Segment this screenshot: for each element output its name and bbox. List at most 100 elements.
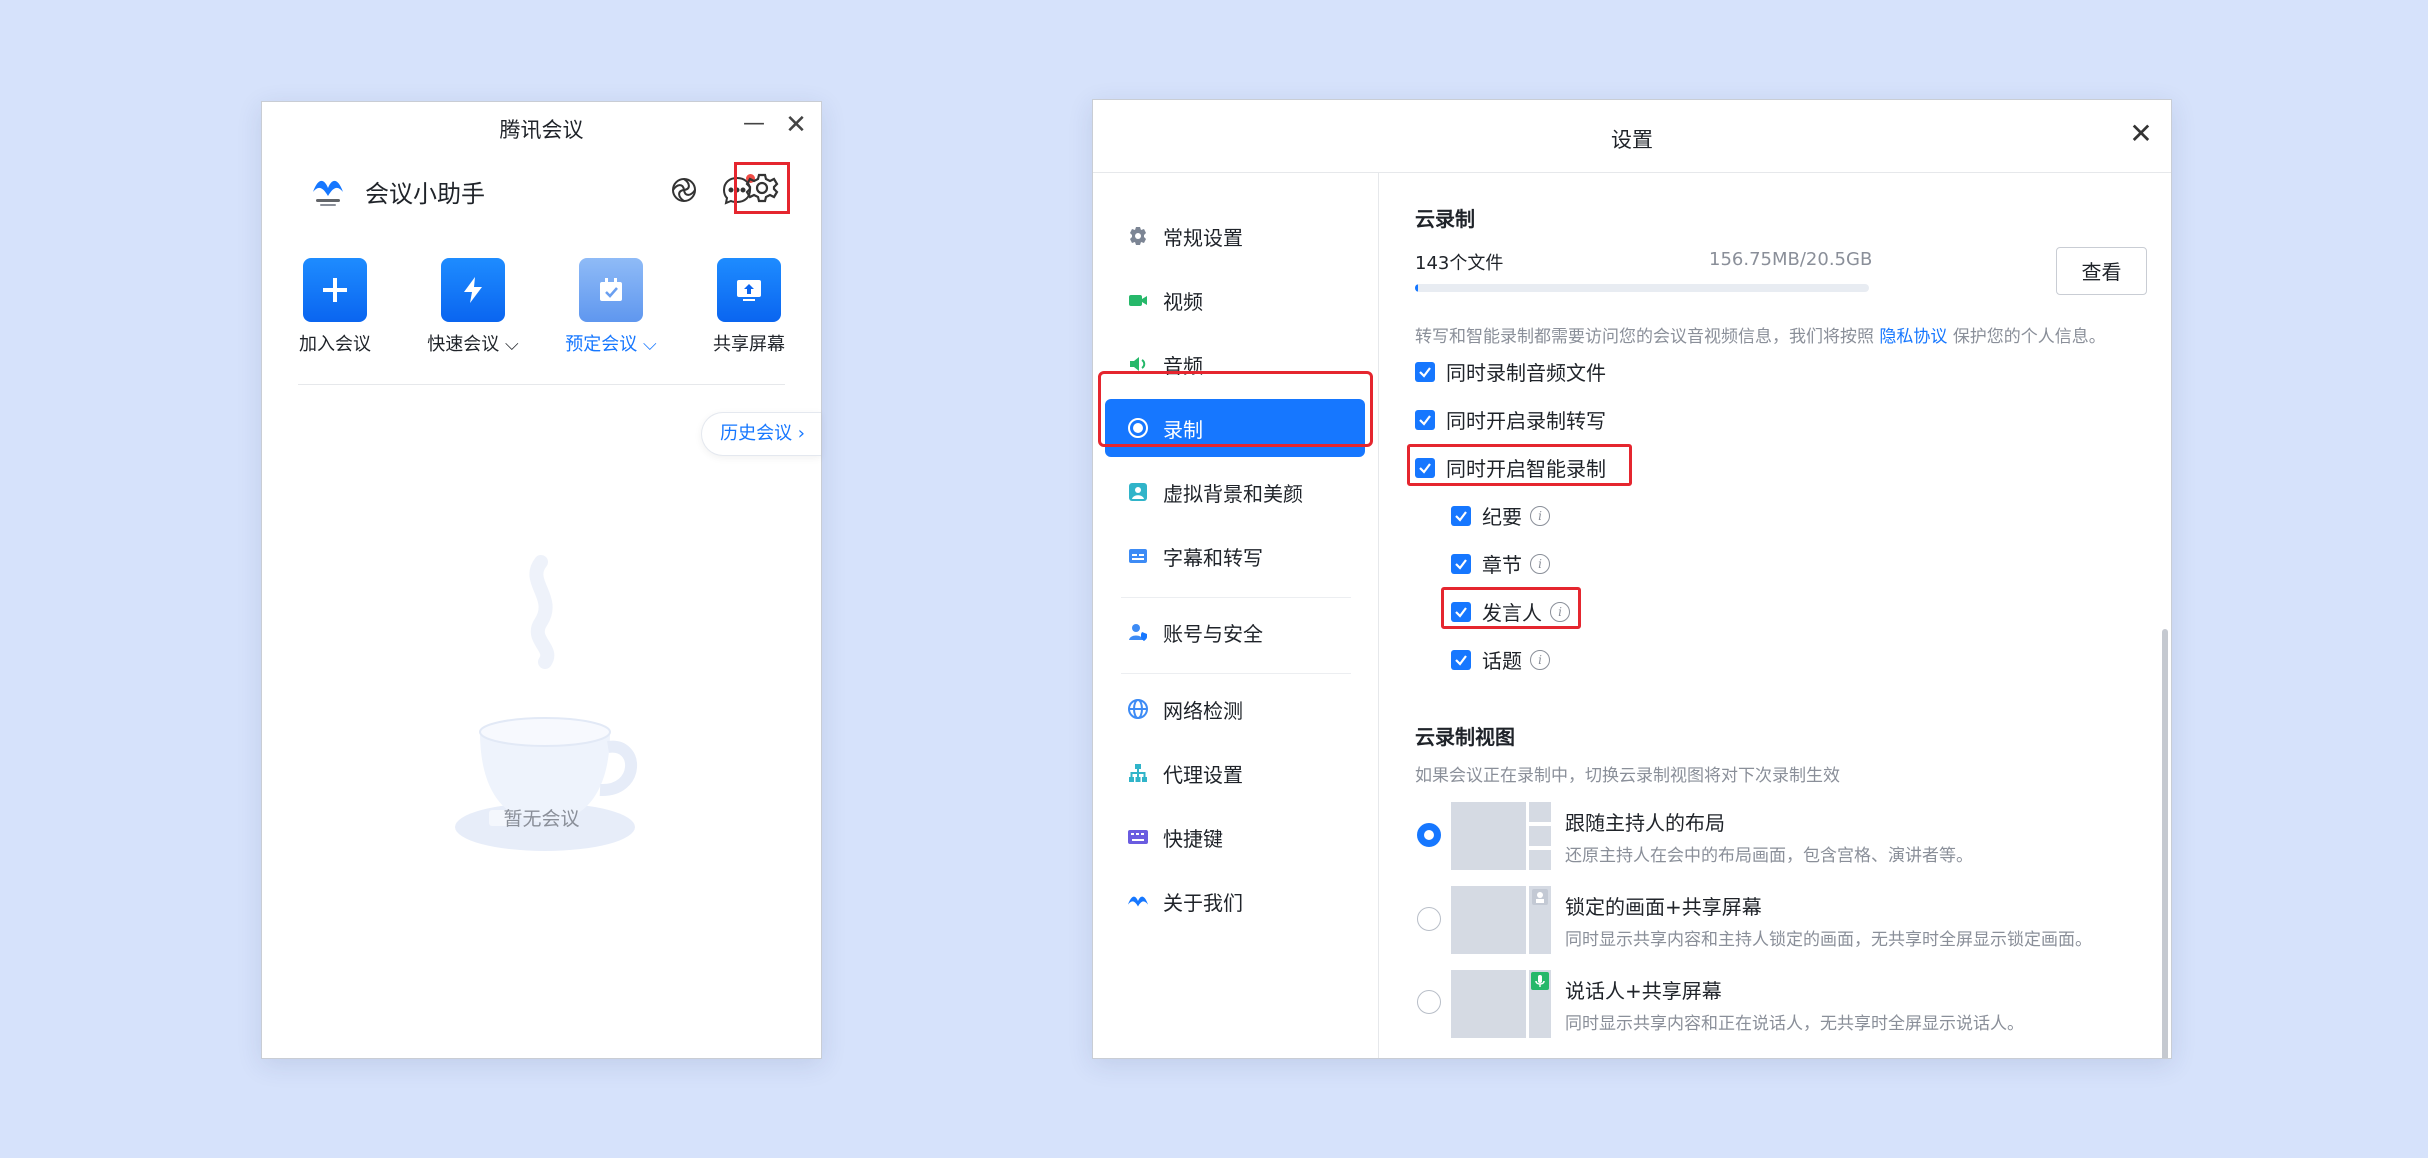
layout-title: 锁定的画面+共享屏幕 [1565, 895, 1762, 919]
quick-meeting-button[interactable]: 快速会议 ⌵ [423, 258, 523, 356]
meeting-assistant-label[interactable]: 会议小助手 [365, 174, 485, 209]
layout-follow-host-thumbnail[interactable] [1451, 802, 1551, 870]
nav-item-proxy-settings[interactable]: 代理设置 [1105, 744, 1365, 802]
caption-icon [1127, 545, 1149, 567]
share-screen-button[interactable]: 共享屏幕 [699, 258, 799, 356]
nav-item-shortcuts[interactable]: 快捷键 [1105, 808, 1365, 866]
cloud-view-title: 云录制视图 [1415, 725, 1515, 749]
settings-sidebar: 常规设置 视频 音频 录制 虚拟背景和美颜 字幕和转写 账号与安全 网络检测 代… [1093, 173, 1379, 1058]
nav-item-virtual-background[interactable]: 虚拟背景和美颜 [1105, 463, 1365, 521]
summary-checkbox[interactable]: 纪要 i [1451, 501, 1550, 530]
layout-follow-host-radio[interactable] [1417, 823, 1441, 847]
nav-label: 网络检测 [1163, 698, 1243, 723]
divider [298, 384, 785, 385]
video-icon [1127, 289, 1149, 311]
layout-desc: 还原主持人在会中的布局画面，包含宫格、演讲者等。 [1565, 846, 1973, 866]
history-meetings-button[interactable]: 历史会议 › [701, 412, 821, 456]
minimize-button[interactable]: — [743, 113, 765, 136]
smart-recording-checkbox[interactable]: 同时开启智能录制 [1415, 453, 1606, 482]
layout-desc: 同时显示共享内容和正在说话人，无共享时全屏显示说话人。 [1565, 1014, 2024, 1034]
checkbox-checked-icon [1451, 601, 1471, 622]
close-button[interactable]: ✕ [783, 112, 809, 138]
share-screen-label: 共享屏幕 [713, 334, 785, 355]
spinner-icon[interactable] [664, 170, 704, 210]
chevron-down-icon[interactable]: ⌵ [643, 334, 657, 355]
settings-gear-icon[interactable] [734, 162, 790, 214]
info-icon[interactable]: i [1530, 505, 1550, 526]
nav-item-about-us[interactable]: 关于我们 [1105, 872, 1365, 930]
privacy-policy-link[interactable]: 隐私协议 [1879, 327, 1947, 347]
close-button[interactable]: ✕ [2127, 120, 2155, 148]
empty-state-text: 暂无会议 [503, 808, 580, 830]
checkbox-checked-icon [1415, 409, 1435, 430]
storage-usage: 156.75MB/20.5GB [1709, 249, 1873, 270]
schedule-meeting-button[interactable]: 预定会议 ⌵ [561, 258, 661, 356]
nav-item-captions[interactable]: 字幕和转写 [1105, 527, 1365, 585]
plus-icon [303, 258, 367, 322]
empty-coffee-cup-icon [455, 555, 637, 851]
portrait-icon [1127, 481, 1149, 503]
nav-item-account-security[interactable]: 账号与安全 [1105, 603, 1365, 661]
checkbox-checked-icon [1415, 361, 1435, 382]
meeting-logo-icon [313, 180, 343, 206]
join-meeting-button[interactable]: 加入会议 [285, 258, 385, 356]
chapter-checkbox[interactable]: 章节 i [1451, 549, 1550, 578]
topic-checkbox[interactable]: 话题 i [1451, 645, 1550, 674]
nav-label: 关于我们 [1163, 890, 1243, 915]
checkbox-label: 同时开启录制转写 [1446, 409, 1606, 433]
record-audio-file-checkbox[interactable]: 同时录制音频文件 [1415, 357, 1606, 386]
privacy-notice: 转写和智能录制都需要访问您的会议音视频信息，我们将按照 隐私协议 保护您的个人信… [1415, 322, 2106, 347]
notice-text: 保护您的个人信息。 [1952, 327, 2106, 347]
layout-locked-share-radio[interactable] [1417, 907, 1441, 931]
nav-item-video[interactable]: 视频 [1105, 271, 1365, 329]
info-icon[interactable]: i [1530, 649, 1550, 670]
info-icon[interactable]: i [1550, 601, 1570, 622]
join-meeting-label: 加入会议 [299, 334, 371, 355]
checkbox-label: 纪要 [1482, 505, 1522, 529]
brand-logo-icon [1127, 890, 1149, 912]
info-icon[interactable]: i [1530, 553, 1550, 574]
storage-progress-fill [1415, 284, 1419, 292]
layout-speaker-share-thumbnail[interactable] [1451, 970, 1551, 1038]
layout-locked-share-thumbnail[interactable] [1451, 886, 1551, 954]
settings-window: 设置 ✕ 常规设置 视频 音频 录制 虚拟背景和美颜 字幕和转写 账号与安全 网… [1092, 99, 2172, 1059]
share-screen-icon [717, 258, 781, 322]
record-transcript-checkbox[interactable]: 同时开启录制转写 [1415, 405, 1606, 434]
settings-header: 设置 ✕ [1093, 100, 2171, 173]
layout-title: 跟随主持人的布局 [1565, 811, 1725, 835]
checkbox-label: 同时录制音频文件 [1446, 361, 1606, 385]
nav-label: 快捷键 [1163, 826, 1223, 851]
storage-progress-bar [1415, 284, 1869, 292]
checkbox-checked-icon [1415, 457, 1435, 478]
checkbox-checked-icon [1451, 553, 1471, 574]
microphone-icon [1531, 972, 1549, 990]
nav-label: 字幕和转写 [1163, 545, 1263, 570]
account-security-icon [1127, 621, 1149, 643]
tencent-meeting-main-window: 腾讯会议 — ✕ 会议小助手 加入会议 快速会议 ⌵ 预定会议 ⌵ 共享屏幕 历… [261, 101, 822, 1059]
highlight-frame [1098, 371, 1373, 447]
chevron-down-icon[interactable]: ⌵ [505, 334, 519, 355]
file-count: 143个文件 [1415, 253, 1504, 274]
network-tree-icon [1127, 762, 1149, 784]
layout-desc: 同时显示共享内容和主持人锁定的画面，无共享时全屏显示锁定画面。 [1565, 930, 2092, 950]
nav-item-network-check[interactable]: 网络检测 [1105, 680, 1365, 738]
globe-icon [1127, 698, 1149, 720]
nav-label: 虚拟背景和美颜 [1163, 481, 1303, 506]
layout-title: 说话人+共享屏幕 [1565, 979, 1722, 1003]
cloud-record-title: 云录制 [1415, 207, 1475, 231]
layout-speaker-share-radio[interactable] [1417, 990, 1441, 1014]
checkbox-checked-icon [1451, 649, 1471, 670]
scrollbar[interactable] [2162, 629, 2168, 1058]
divider [1121, 673, 1351, 674]
schedule-meeting-label: 预定会议 [565, 334, 638, 355]
view-files-button[interactable]: 查看 [2056, 247, 2147, 295]
checkbox-label: 话题 [1482, 649, 1522, 673]
speaker-checkbox[interactable]: 发言人 i [1451, 597, 1570, 626]
recording-settings-panel: 云录制 143个文件 156.75MB/20.5GB 查看 转写和智能录制都需要… [1379, 173, 2171, 1058]
nav-item-general[interactable]: 常规设置 [1105, 207, 1365, 265]
window-title: 腾讯会议 [499, 118, 584, 142]
cloud-view-desc: 如果会议正在录制中，切换云录制视图将对下次录制生效 [1415, 766, 1840, 786]
checkbox-label: 发言人 [1482, 601, 1542, 625]
calendar-check-icon [579, 258, 643, 322]
gear-icon [1127, 225, 1149, 247]
